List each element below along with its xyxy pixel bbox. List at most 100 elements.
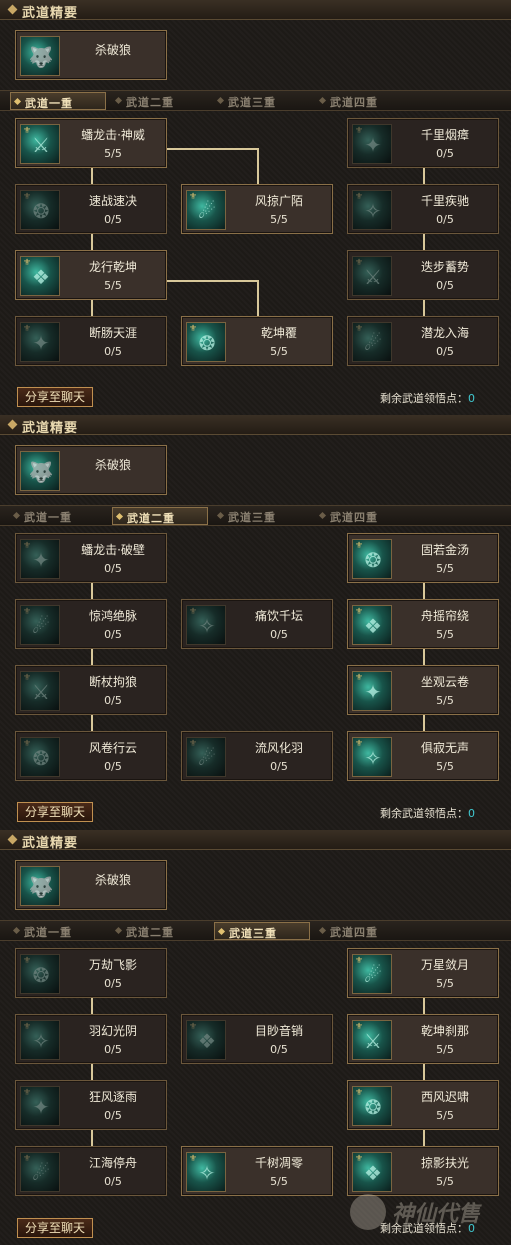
skill-card[interactable]: ⚔ ⚜ 蟠龙击·神威 5/5 (15, 118, 167, 168)
share-to-chat-button[interactable]: 分享至聊天 (17, 1218, 93, 1238)
tab-tier-1[interactable]: 武道一重 (10, 922, 106, 940)
skill-card[interactable]: ⚔ ⚜ 乾坤刹那 5/5 (347, 1014, 499, 1064)
skill-name: 迭步蓄势 (420, 260, 469, 274)
skill-level: 5/5 (436, 562, 454, 575)
skill-card[interactable]: ☄ ⚜ 江海停舟 0/5 (15, 1146, 167, 1196)
tab-diamond-icon (217, 927, 226, 936)
core-skill-card[interactable]: 🐺 杀破狼 (15, 30, 167, 80)
core-skill-card[interactable]: 🐺 杀破狼 (15, 445, 167, 495)
skill-icon: ❂ ⚜ (20, 954, 60, 994)
skill-card[interactable]: ❂ ⚜ 乾坤覆 5/5 (181, 316, 333, 366)
share-to-chat-button[interactable]: 分享至聊天 (17, 802, 93, 822)
skill-level: 0/5 (436, 279, 454, 292)
tab-label: 武道二重 (126, 926, 174, 939)
skill-card[interactable]: ✦ ⚜ 坐观云卷 5/5 (347, 665, 499, 715)
skill-card[interactable]: ❂ ⚜ 万劫飞影 0/5 (15, 948, 167, 998)
skill-name: 断肠天涯 (88, 326, 137, 340)
skill-card[interactable]: ✦ ⚜ 断肠天涯 0/5 (15, 316, 167, 366)
skill-name: 万劫飞影 (88, 958, 137, 972)
skill-level: 0/5 (104, 1175, 122, 1188)
tab-tier-2[interactable]: 武道二重 (112, 922, 208, 940)
tab-tier-2[interactable]: 武道二重 (112, 507, 208, 525)
tab-tier-3[interactable]: 武道三重 (214, 507, 310, 525)
tab-diamond-icon (114, 926, 123, 935)
tab-diamond-icon (318, 511, 327, 520)
tab-tier-1[interactable]: 武道一重 (10, 507, 106, 525)
header-diamond-icon (7, 4, 18, 15)
skill-type-icon: ⚜ (189, 1022, 198, 1032)
skill-card[interactable]: ✧ ⚜ 羽幻光阴 0/5 (15, 1014, 167, 1064)
tab-tier-3[interactable]: 武道三重 (214, 92, 310, 110)
share-to-chat-button[interactable]: 分享至聊天 (17, 387, 93, 407)
skill-name: 舟摇帘绕 (420, 609, 469, 623)
skill-card[interactable]: ❖ ⚜ 掠影扶光 5/5 (347, 1146, 499, 1196)
skill-card[interactable]: ❖ ⚜ 舟摇帘绕 5/5 (347, 599, 499, 649)
wolf-skill-icon: 🐺 (20, 451, 60, 491)
tab-label: 武道二重 (127, 512, 175, 525)
panel-title: 武道精要 (22, 421, 79, 436)
skill-card[interactable]: ❖ ⚜ 龙行乾坤 5/5 (15, 250, 167, 300)
skill-card[interactable]: ☄ ⚜ 潜龙入海 0/5 (347, 316, 499, 366)
tab-diamond-icon (216, 511, 225, 520)
skill-card[interactable]: ✦ ⚜ 狂风逐雨 0/5 (15, 1080, 167, 1130)
skill-card[interactable]: ❂ ⚜ 风卷行云 0/5 (15, 731, 167, 781)
tab-tier-2[interactable]: 武道二重 (112, 92, 208, 110)
skill-card[interactable]: ✦ ⚜ 千里烟瘴 0/5 (347, 118, 499, 168)
skill-level: 0/5 (104, 213, 122, 226)
tier-tabs: 武道一重 武道二重 武道三重 武道四重 (0, 505, 511, 526)
connector-line (423, 1064, 425, 1080)
wolf-glyph-icon: 🐺 (28, 460, 54, 484)
skill-card[interactable]: ☄ ⚜ 风掠广陌 5/5 (181, 184, 333, 234)
skill-level: 0/5 (436, 345, 454, 358)
skill-level: 0/5 (104, 760, 122, 773)
connector-line (423, 234, 425, 250)
tab-tier-4[interactable]: 武道四重 (316, 92, 412, 110)
skill-name: 俱寂无声 (420, 741, 469, 755)
connector-line (91, 234, 93, 250)
skill-level: 5/5 (104, 147, 122, 160)
tab-tier-4[interactable]: 武道四重 (316, 922, 412, 940)
watermark: 神仙代售 (350, 1190, 500, 1235)
skill-card[interactable]: ❖ ⚜ 目眇音销 0/5 (181, 1014, 333, 1064)
skill-name: 乾坤刹那 (420, 1024, 469, 1038)
skill-card[interactable]: ❂ ⚜ 速战速决 0/5 (15, 184, 167, 234)
skill-level: 5/5 (270, 213, 288, 226)
panel-title: 武道精要 (22, 836, 79, 851)
skill-name: 千树凋零 (254, 1156, 303, 1170)
skill-card[interactable]: ✦ ⚜ 蟠龙击·破壁 0/5 (15, 533, 167, 583)
skill-icon: ❖ ⚜ (20, 256, 60, 296)
skill-card[interactable]: ⚔ ⚜ 断杖拘狼 0/5 (15, 665, 167, 715)
skill-icon: ⚔ ⚜ (20, 124, 60, 164)
skill-level: 5/5 (270, 1175, 288, 1188)
skill-name: 惊鸿绝脉 (88, 609, 137, 623)
skill-name: 痛饮千坛 (254, 609, 303, 623)
skill-card[interactable]: ✧ ⚜ 俱寂无声 5/5 (347, 731, 499, 781)
skill-card[interactable]: ✧ ⚜ 千树凋零 5/5 (181, 1146, 333, 1196)
core-skill-card[interactable]: 🐺 杀破狼 (15, 860, 167, 910)
skill-card[interactable]: ☄ ⚜ 惊鸿绝脉 0/5 (15, 599, 167, 649)
skill-card[interactable]: ✧ ⚜ 痛饮千坛 0/5 (181, 599, 333, 649)
skill-card[interactable]: ❂ ⚜ 固若金汤 5/5 (347, 533, 499, 583)
remaining-points-value: 0 (468, 392, 475, 405)
skill-name: 蟠龙击·破壁 (81, 543, 145, 557)
tab-diamond-icon (318, 926, 327, 935)
skill-type-icon: ⚜ (355, 607, 364, 617)
connector-line (91, 649, 93, 665)
skill-icon: ⚔ ⚜ (352, 256, 392, 296)
tab-tier-1[interactable]: 武道一重 (10, 92, 106, 110)
tab-tier-4[interactable]: 武道四重 (316, 507, 412, 525)
skill-type-icon: ⚜ (23, 1088, 32, 1098)
skill-icon: ❂ ⚜ (20, 190, 60, 230)
skill-card[interactable]: ☄ ⚜ 流风化羽 0/5 (181, 731, 333, 781)
skill-type-icon: ⚜ (23, 956, 32, 966)
skill-level: 5/5 (104, 279, 122, 292)
skill-card[interactable]: ❂ ⚜ 西风迟啸 5/5 (347, 1080, 499, 1130)
tab-label: 武道一重 (24, 511, 72, 524)
skill-level: 0/5 (104, 694, 122, 707)
skill-card[interactable]: ☄ ⚜ 万星敛月 5/5 (347, 948, 499, 998)
skill-level: 0/5 (104, 345, 122, 358)
skill-icon: ☄ ⚜ (186, 737, 226, 777)
tab-tier-3[interactable]: 武道三重 (214, 922, 310, 940)
skill-card[interactable]: ⚔ ⚜ 迭步蓄势 0/5 (347, 250, 499, 300)
skill-card[interactable]: ✧ ⚜ 千里疾驰 0/5 (347, 184, 499, 234)
